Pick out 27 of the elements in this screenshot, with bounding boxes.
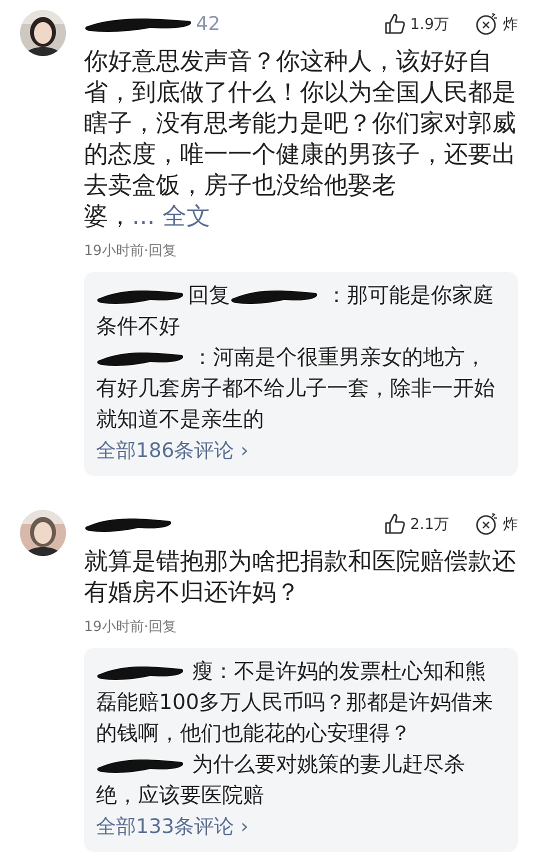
bomb-label: 炸 (503, 14, 518, 34)
reply-text: 为什么要对姚策的妻儿赶尽杀 (192, 751, 465, 778)
reply-text: 就知道不是亲生的 (96, 406, 264, 433)
like-count: 2.1万 (410, 514, 449, 534)
bomb-icon[interactable] (475, 512, 499, 536)
username[interactable]: 42 (196, 13, 220, 35)
comment-text: 就算是错抱那为啥把捐款和医院赔偿款还有婚房不归还许妈？ (84, 546, 517, 608)
thumbs-up-icon[interactable] (384, 513, 406, 535)
reply-text: ：河南是个很重男亲女的地方， (192, 344, 486, 371)
reply-label: 回复 (188, 282, 230, 309)
comment-time: 19小时前·回复 (84, 618, 178, 636)
reply-text: 瘦：不是许妈的发票杜心知和熊 (192, 658, 486, 685)
reply-text: ：那可能是你家庭 (326, 282, 494, 309)
like-count: 1.9万 (410, 14, 449, 34)
thumbs-up-icon[interactable] (384, 13, 406, 35)
reply-text: 条件不好 (96, 313, 180, 340)
bomb-label: 炸 (503, 514, 518, 534)
bomb-icon[interactable] (475, 12, 499, 36)
reply-text: 的钱啊，他们也能花的心安理得？ (96, 720, 411, 747)
comment-time: 19小时前·回复 (84, 242, 178, 260)
reply-text: 绝，应该要医院赔 (96, 782, 264, 809)
full-text-link[interactable]: ... 全文 (132, 202, 211, 230)
reply-text: 磊能赔100多万人民币吗？那都是许妈借来 (96, 689, 494, 716)
comment-text: 你好意思发声音？你这种人，该好好自省，到底做了什么！你以为全国人民都是瞎子，没有思考能力是吧？你们家对郭威的态度，唯一一个健康的男孩子，还要出去卖盒饭，房子也没给他娶老婆，... 全文 (84, 46, 517, 232)
all-replies-link[interactable]: 全部186条评论 › (96, 435, 249, 466)
all-replies-link[interactable]: 全部133条评论 › (96, 811, 249, 842)
reply-text: 有好几套房子都不给儿子一套，除非一开始 (96, 375, 495, 402)
